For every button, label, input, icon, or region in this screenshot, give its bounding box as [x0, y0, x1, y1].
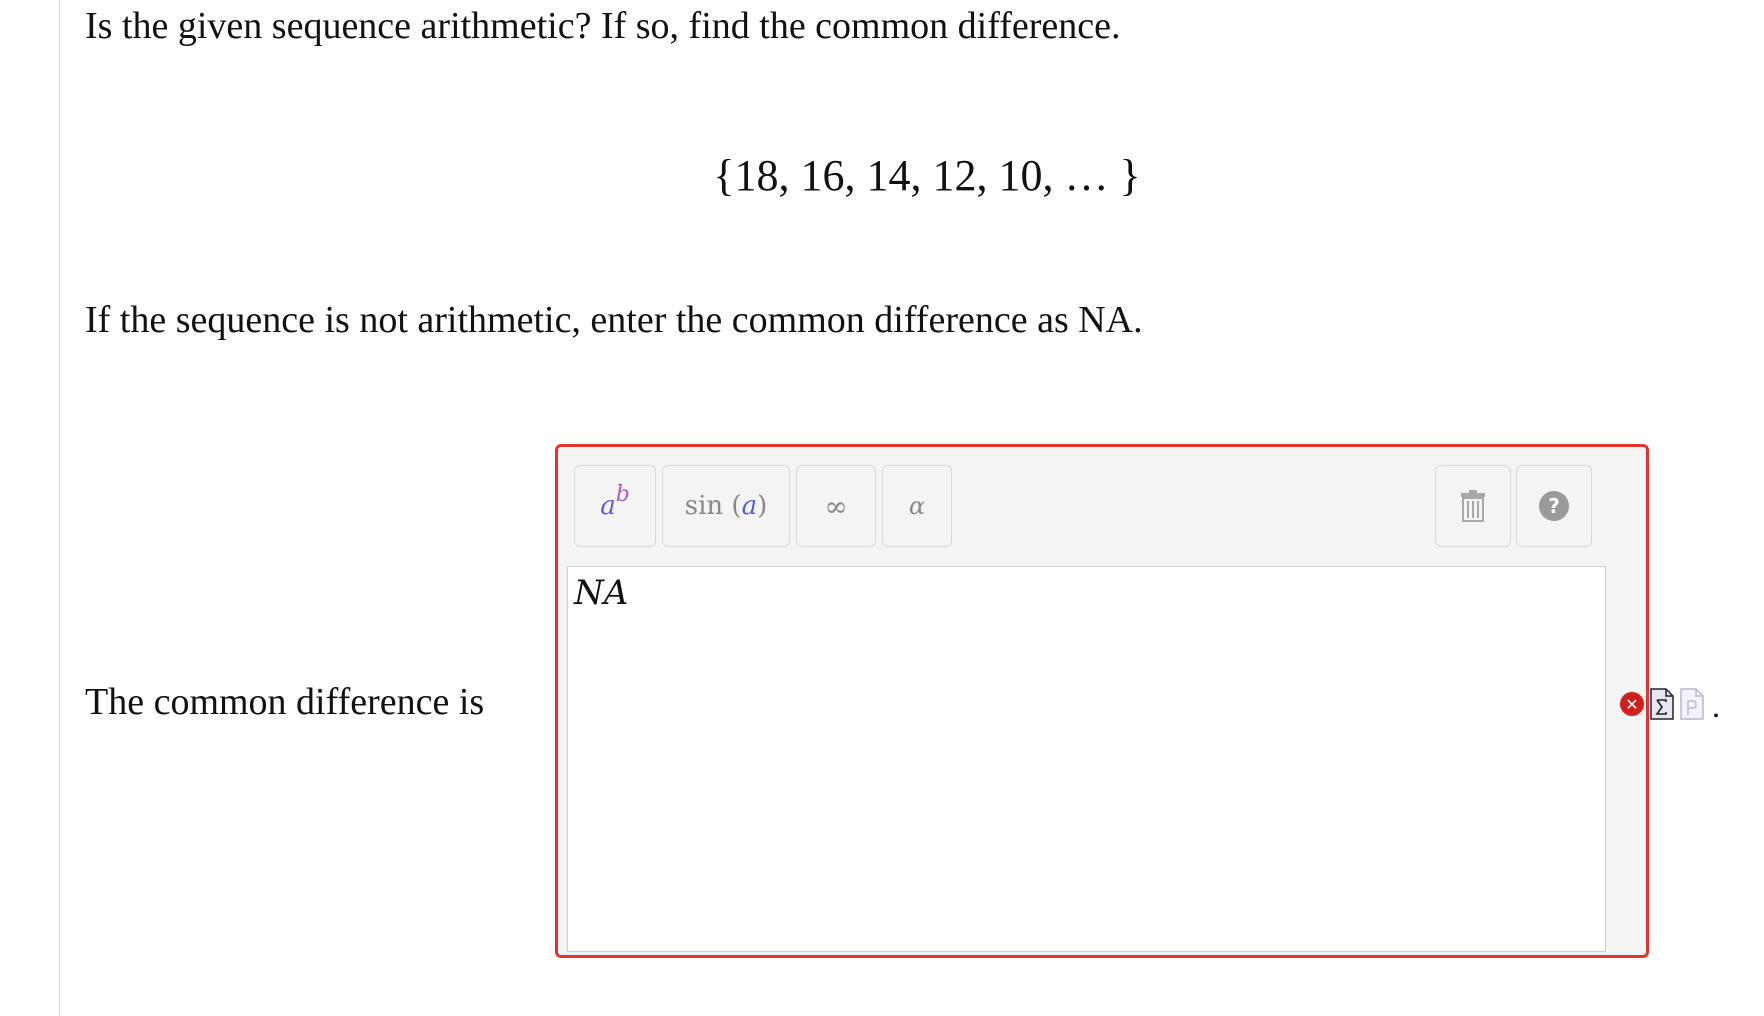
help-icon: ? [1539, 491, 1569, 521]
trig-argument-symbol: a [741, 491, 758, 521]
question-text: Is the given sequence arithmetic? If so,… [85, 5, 1121, 47]
answer-status-icons: ✕ . [1620, 688, 1720, 724]
trig-close-paren: ) [757, 491, 768, 521]
greek-letters-button[interactable]: α [882, 465, 952, 547]
infinity-symbol: ∞ [824, 489, 848, 523]
clear-button[interactable] [1435, 465, 1511, 547]
trash-icon [1461, 490, 1485, 522]
trailing-period: . [1712, 688, 1720, 724]
trig-function-button[interactable]: sin (a) [662, 465, 790, 547]
math-editor: ab sin (a) ∞ α ? NA [555, 444, 1649, 958]
sequence-display: {18, 16, 14, 12, 10, … } [713, 151, 1141, 200]
answer-value: NA [574, 573, 629, 613]
infinity-button[interactable]: ∞ [796, 465, 876, 547]
trig-function-label: sin [684, 491, 724, 521]
power-exponent-symbol: b [615, 481, 630, 507]
power-base-symbol: a [600, 491, 616, 521]
equation-document-icon[interactable] [1650, 688, 1674, 720]
answer-input-field[interactable]: NA [567, 566, 1606, 952]
error-icon: ✕ [1620, 692, 1644, 716]
answer-prompt-label: The common difference is [85, 681, 485, 723]
preview-document-icon[interactable] [1680, 688, 1704, 720]
power-button[interactable]: ab [574, 465, 656, 547]
instruction-text: If the sequence is not arithmetic, enter… [85, 299, 1143, 341]
help-button[interactable]: ? [1516, 465, 1592, 547]
trig-open-paren: ( [731, 491, 742, 521]
greek-alpha-symbol: α [908, 492, 926, 520]
